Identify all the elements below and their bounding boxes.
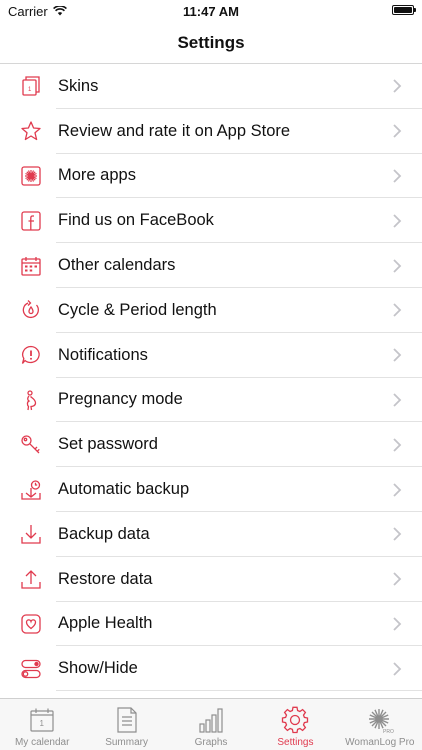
tab-graphs[interactable]: Graphs <box>169 699 253 750</box>
settings-row-cycle-length[interactable]: Cycle & Period length <box>0 288 422 333</box>
settings-row-label: Other calendars <box>58 256 176 275</box>
settings-row-automatic-backup[interactable]: Automatic backup <box>0 467 422 512</box>
settings-row-restore-data[interactable]: Restore data <box>0 557 422 602</box>
chevron-right-icon <box>392 617 402 631</box>
pro-logo-icon: PRO <box>366 706 394 737</box>
star-icon <box>20 120 42 142</box>
toggle-icon <box>20 658 42 680</box>
bar-chart-icon <box>197 706 225 737</box>
settings-row-label: Cycle & Period length <box>58 300 217 319</box>
settings-row-label: Apple Health <box>58 614 153 633</box>
settings-row-label: Show/Hide <box>58 659 138 678</box>
skins-icon: 1 <box>20 75 42 97</box>
chevron-right-icon <box>392 348 402 362</box>
tab-label: Settings <box>277 737 314 748</box>
chevron-right-icon <box>392 527 402 541</box>
more-apps-icon <box>20 165 42 187</box>
settings-row-other-calendars[interactable]: Other calendars <box>0 243 422 288</box>
status-bar: Carrier 11:47 AM <box>0 0 422 22</box>
heart-icon <box>20 613 42 635</box>
chevron-right-icon <box>392 482 402 497</box>
settings-row-notifications[interactable]: Notifications <box>0 333 422 378</box>
settings-row-apple-health[interactable]: Apple Health <box>0 602 422 647</box>
settings-row-more-apps[interactable]: More apps <box>0 154 422 199</box>
tab-womanlog-pro[interactable]: PRO WomanLog Pro <box>338 699 422 750</box>
svg-text:1: 1 <box>28 87 32 93</box>
tab-summary[interactable]: Summary <box>84 699 168 750</box>
document-icon <box>113 706 141 737</box>
gear-icon <box>281 706 309 737</box>
chevron-right-icon <box>392 303 402 318</box>
tab-label: Graphs <box>194 737 228 748</box>
backup-icon <box>20 523 42 545</box>
navigation-bar: Settings <box>0 22 422 64</box>
key-icon <box>20 434 42 456</box>
tab-label: My calendar <box>14 737 70 748</box>
tab-bar: 1 My calendar Summary Graphs Settings PR… <box>0 698 422 750</box>
chevron-right-icon <box>392 258 402 273</box>
settings-row-label: Notifications <box>58 345 148 364</box>
settings-row-show-hide[interactable]: Show/Hide <box>0 646 422 691</box>
calendar-icon <box>20 255 42 277</box>
tab-label: Summary <box>105 737 148 748</box>
chevron-right-icon <box>392 393 402 407</box>
tab-label: WomanLog Pro <box>345 737 415 748</box>
settings-row-pregnancy-mode[interactable]: Pregnancy mode <box>0 378 422 423</box>
chevron-right-icon <box>392 79 402 94</box>
settings-row-label: More apps <box>58 166 136 185</box>
restore-icon <box>20 568 42 590</box>
notification-icon <box>20 344 42 366</box>
settings-row-set-password[interactable]: Set password <box>0 422 422 467</box>
settings-list[interactable]: 1 Skins Review and rate it on App Store … <box>0 64 422 699</box>
tab-my-calendar[interactable]: 1 My calendar <box>0 699 84 750</box>
chevron-right-icon <box>392 438 402 452</box>
settings-row-label: Skins <box>58 76 99 95</box>
settings-row-label: Review and rate it on App Store <box>58 121 291 140</box>
status-time: 11:47 AM <box>183 4 239 19</box>
tab-settings[interactable]: Settings <box>253 699 337 750</box>
settings-row-review[interactable]: Review and rate it on App Store <box>0 109 422 154</box>
svg-text:PRO: PRO <box>383 729 394 734</box>
settings-row-label: Restore data <box>58 569 153 588</box>
svg-text:1: 1 <box>40 719 45 728</box>
chevron-right-icon <box>392 124 402 138</box>
chevron-right-icon <box>392 214 402 228</box>
chevron-right-icon <box>392 169 402 183</box>
pregnancy-icon <box>20 389 42 411</box>
settings-row-skins[interactable]: 1 Skins <box>0 64 422 109</box>
calendar-tab-icon: 1 <box>28 706 56 737</box>
battery-icon <box>392 5 416 15</box>
chevron-right-icon <box>392 662 402 676</box>
page-title: Settings <box>177 32 245 52</box>
settings-row-label: Pregnancy mode <box>58 390 183 409</box>
settings-row-facebook[interactable]: Find us on FaceBook <box>0 198 422 243</box>
settings-row-label: Backup data <box>58 524 150 543</box>
settings-row-label: Find us on FaceBook <box>58 211 214 230</box>
settings-row-label: Automatic backup <box>58 480 190 499</box>
cycle-icon <box>20 299 42 321</box>
facebook-icon <box>20 210 42 232</box>
settings-row-label: Set password <box>58 435 158 454</box>
chevron-right-icon <box>392 572 402 586</box>
settings-row-backup-data[interactable]: Backup data <box>0 512 422 557</box>
auto-backup-icon <box>20 479 42 501</box>
